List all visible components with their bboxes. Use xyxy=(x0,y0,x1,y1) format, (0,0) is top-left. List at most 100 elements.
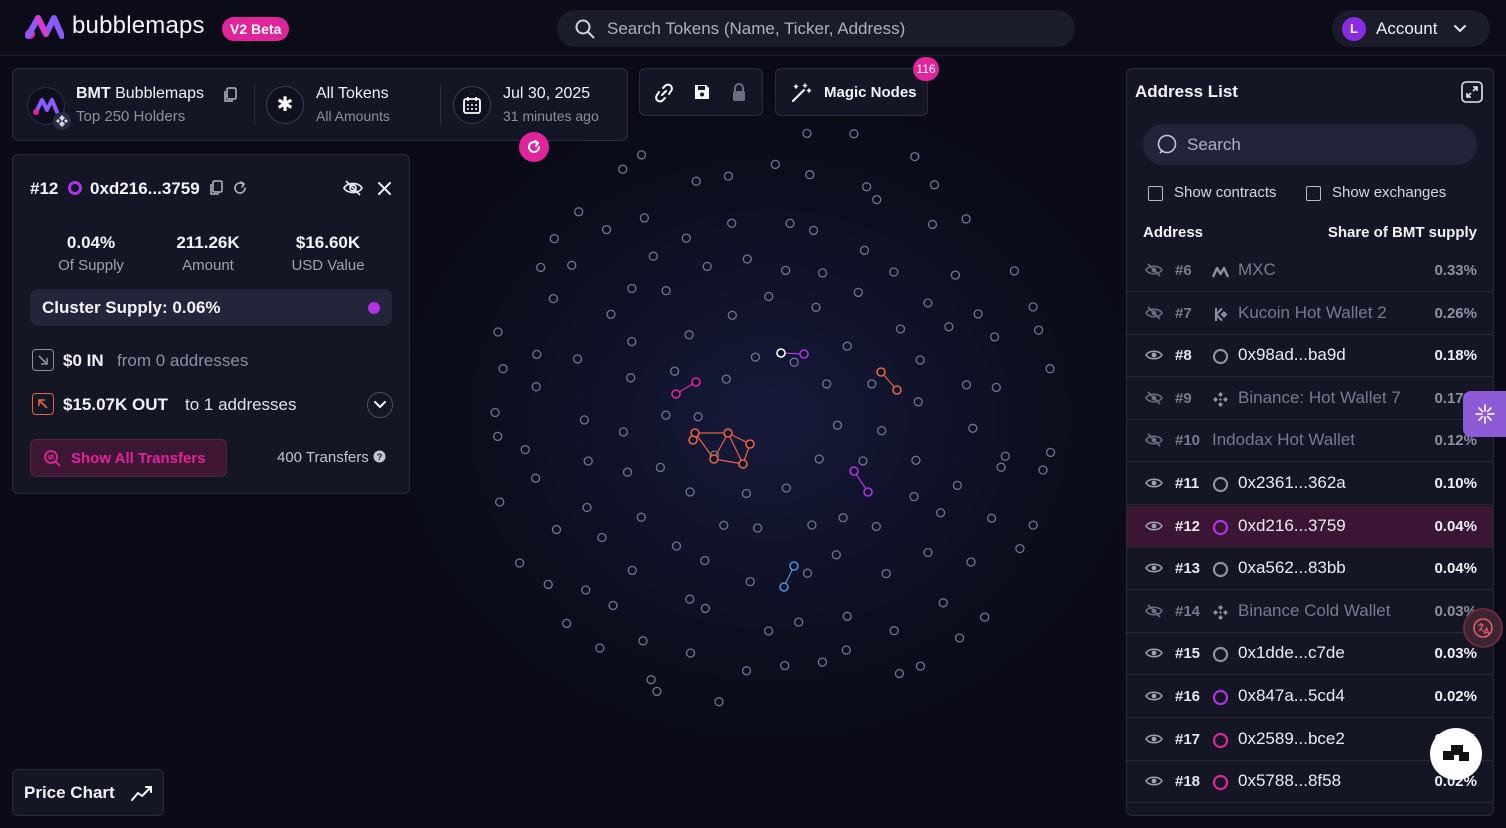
cluster-bubble[interactable] xyxy=(799,349,809,359)
holder-bubble[interactable] xyxy=(842,341,852,351)
date-picker-button[interactable] xyxy=(453,86,491,124)
holder-bubble[interactable] xyxy=(915,661,926,671)
holder-bubble[interactable] xyxy=(574,207,584,217)
cluster-bubble[interactable] xyxy=(892,385,902,395)
show-contracts-checkbox[interactable] xyxy=(1148,186,1163,201)
holder-bubble[interactable] xyxy=(495,497,505,507)
holder-bubble[interactable] xyxy=(910,151,920,162)
cluster-bubble[interactable] xyxy=(723,428,733,438)
holder-bubble[interactable] xyxy=(639,213,650,223)
holder-bubble[interactable] xyxy=(618,427,629,437)
holder-bubble[interactable] xyxy=(938,598,948,608)
holder-bubble[interactable] xyxy=(853,287,863,298)
holder-bubble[interactable] xyxy=(802,128,812,139)
cluster-bubble[interactable] xyxy=(745,439,755,449)
holder-bubble[interactable] xyxy=(681,233,691,243)
holder-bubble[interactable] xyxy=(581,585,591,595)
holder-bubble[interactable] xyxy=(961,214,971,224)
holder-bubble[interactable] xyxy=(520,444,530,455)
holder-bubble[interactable] xyxy=(562,618,572,629)
holder-bubble[interactable] xyxy=(831,550,841,560)
save-icon[interactable] xyxy=(693,83,711,101)
eye-slash-icon[interactable] xyxy=(1145,263,1163,277)
holder-bubble[interactable] xyxy=(652,686,662,697)
holder-bubble[interactable] xyxy=(636,150,647,160)
copy-icon[interactable] xyxy=(223,87,237,103)
holder-bubble[interactable] xyxy=(929,180,940,190)
holder-bubble[interactable] xyxy=(685,487,695,497)
holder-bubble[interactable] xyxy=(661,286,671,296)
account-menu-button[interactable]: L Account xyxy=(1332,10,1490,47)
holder-bubble[interactable] xyxy=(923,298,933,308)
cluster-bubble[interactable] xyxy=(671,389,681,399)
holder-bubble[interactable] xyxy=(1045,364,1055,374)
holder-bubble[interactable] xyxy=(954,633,965,643)
holder-bubble[interactable] xyxy=(763,626,774,636)
holder-bubble[interactable] xyxy=(531,382,541,392)
holder-bubble[interactable] xyxy=(911,455,921,465)
holder-bubble[interactable] xyxy=(968,423,978,433)
holder-bubble[interactable] xyxy=(530,473,541,483)
address-row[interactable]: #8 0x98ad...ba9d 0.18% xyxy=(1127,335,1493,378)
price-chart-button[interactable]: Price Chart xyxy=(12,769,164,816)
holder-bubble[interactable] xyxy=(514,558,525,568)
eye-icon[interactable] xyxy=(1145,519,1163,533)
holder-bubble[interactable] xyxy=(684,330,694,340)
eye-slash-icon[interactable] xyxy=(1145,604,1163,618)
holder-bubble[interactable] xyxy=(745,576,755,587)
address-row[interactable]: #7 Kucoin Hot Wallet 2 0.26% xyxy=(1127,293,1493,335)
holder-bubble[interactable] xyxy=(498,364,508,374)
holder-bubble[interactable] xyxy=(811,302,821,312)
cluster-bubble[interactable] xyxy=(688,435,698,445)
cluster-bubble[interactable] xyxy=(779,582,789,592)
holder-bubble[interactable] xyxy=(770,159,780,170)
magic-nodes-button[interactable]: Magic Nodes xyxy=(775,68,928,116)
ai-assistant-button[interactable] xyxy=(1463,391,1506,437)
holder-bubble[interactable] xyxy=(493,431,503,442)
holder-bubble[interactable] xyxy=(638,636,648,646)
holder-bubble[interactable] xyxy=(646,675,656,685)
holder-bubble[interactable] xyxy=(889,267,899,277)
holder-bubble[interactable] xyxy=(655,462,666,473)
bubblemaps-logo-icon[interactable] xyxy=(24,14,64,40)
show-all-transfers-button[interactable]: Show All Transfers xyxy=(30,439,227,477)
holder-bubble[interactable] xyxy=(627,283,637,294)
token-search-bar[interactable] xyxy=(557,10,1075,47)
holder-bubble[interactable] xyxy=(861,182,872,192)
eye-icon[interactable] xyxy=(1145,476,1163,490)
copy-icon[interactable] xyxy=(209,180,223,196)
translate-icon[interactable] xyxy=(1463,608,1503,648)
column-share-header[interactable]: Share of BMT supply xyxy=(1313,224,1477,241)
eye-icon[interactable] xyxy=(1145,774,1163,788)
holder-bubble[interactable] xyxy=(536,262,546,273)
expand-panel-icon[interactable] xyxy=(1461,81,1483,103)
eye-icon[interactable] xyxy=(1145,348,1163,362)
holder-bubble[interactable] xyxy=(935,508,946,518)
holder-bubble[interactable] xyxy=(986,513,997,523)
refresh-icon[interactable] xyxy=(232,180,248,196)
holder-bubble[interactable] xyxy=(858,456,868,466)
cluster-bubble[interactable] xyxy=(691,377,701,387)
holder-bubble[interactable] xyxy=(727,310,737,320)
eye-slash-icon[interactable] xyxy=(1145,391,1163,405)
help-icon[interactable]: ? xyxy=(373,450,386,463)
holder-bubble[interactable] xyxy=(996,462,1006,472)
holder-bubble[interactable] xyxy=(950,270,961,280)
holder-bubble[interactable] xyxy=(1015,543,1025,554)
holder-bubble[interactable] xyxy=(794,617,804,627)
cluster-supply-bar[interactable]: Cluster Supply: 0.06% xyxy=(30,289,392,326)
eye-slash-icon[interactable] xyxy=(343,179,363,197)
address-row[interactable]: #12 0xd216...3759 0.04% xyxy=(1127,505,1493,548)
cluster-bubble[interactable] xyxy=(776,348,786,358)
holder-bubble[interactable] xyxy=(1009,266,1020,276)
holder-bubble[interactable] xyxy=(1000,451,1010,461)
holder-bubble[interactable] xyxy=(583,456,593,466)
holder-bubble[interactable] xyxy=(669,366,680,376)
holder-bubble[interactable] xyxy=(780,660,790,671)
show-exchanges-checkbox[interactable] xyxy=(1306,186,1321,201)
column-address-header[interactable]: Address xyxy=(1143,224,1203,241)
holder-bubble[interactable] xyxy=(814,454,824,464)
holder-bubble[interactable] xyxy=(597,532,607,543)
holder-bubble[interactable] xyxy=(991,382,1001,393)
holder-bubble[interactable] xyxy=(693,412,703,422)
